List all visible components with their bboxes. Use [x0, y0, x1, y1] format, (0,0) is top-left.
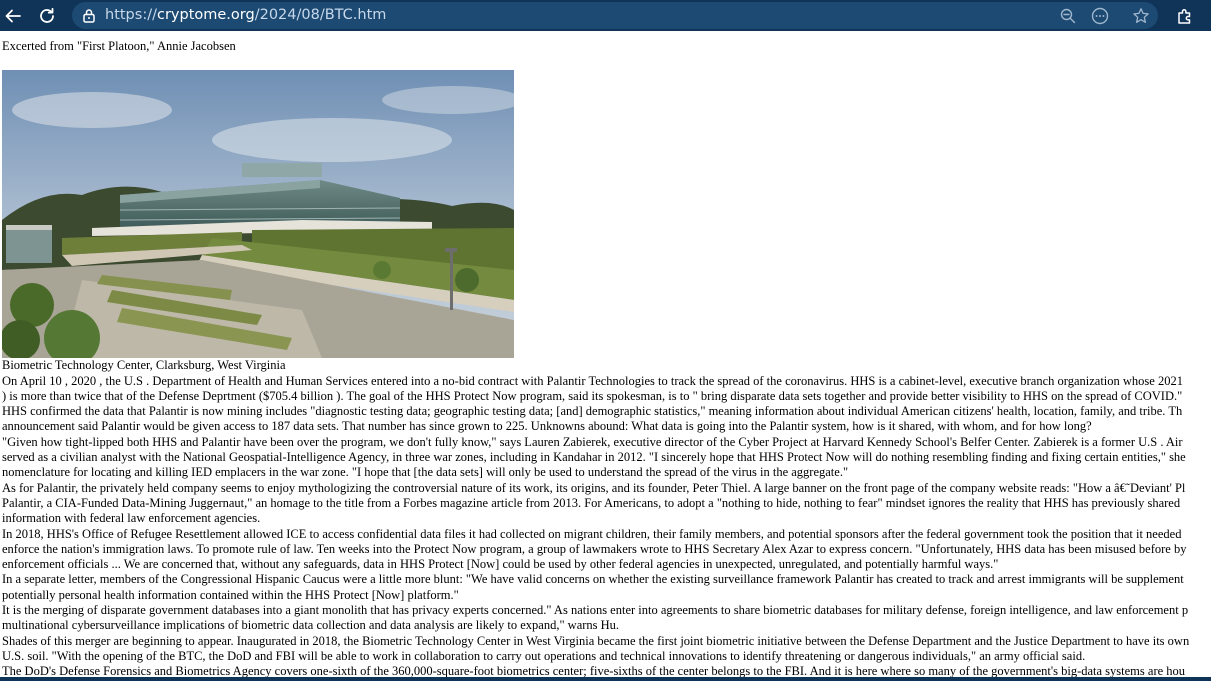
more-options-icon[interactable]: [1089, 5, 1111, 27]
article-line: potentially personal health information …: [2, 587, 459, 602]
article-line: announcement said Palantir would be give…: [2, 419, 1092, 434]
intro-text: Excerted from "First Platoon," Annie Jac…: [2, 39, 236, 53]
building-photo: [2, 70, 514, 359]
article-line: served as a civilian analyst with the Na…: [2, 450, 1186, 465]
url-path: /2024/08/BTC.htm: [254, 7, 387, 23]
article-line: U.S. soil. "With the opening of the BTC,…: [2, 648, 1086, 663]
url-text[interactable]: https://cryptome.org/2024/08/BTC.htm: [105, 2, 386, 29]
article-line: In 2018, HHS's Office of Refugee Resettl…: [2, 526, 1182, 541]
article-line: multinational cybersurveillance implicat…: [2, 618, 620, 633]
lock-icon[interactable]: [82, 8, 96, 27]
photo-caption: Biometric Technology Center, Clarksburg,…: [2, 358, 286, 373]
address-bar[interactable]: https://cryptome.org/2024/08/BTC.htm: [72, 2, 1158, 29]
article-line: "Given how tight-lipped both HHS and Pal…: [2, 434, 1183, 449]
article-line: Shades of this merger are beginning to a…: [2, 633, 1190, 648]
article-line: information with federal law enforcement…: [2, 511, 261, 526]
window-bottom-edge: [0, 677, 1211, 681]
article-line: ) is more than twice that of the Defense…: [2, 388, 1183, 403]
favorite-star-icon[interactable]: [1130, 5, 1152, 27]
back-arrow-icon[interactable]: [0, 3, 26, 29]
url-scheme: https://: [105, 7, 157, 23]
article-line: On April 10 , 2020 , the U.S . Departmen…: [2, 373, 1183, 388]
article-line: enforcement officials ... We are concern…: [2, 557, 999, 572]
url-host: cryptome.org: [156, 7, 255, 23]
article-line: nomenclature for locating and killing IE…: [2, 465, 849, 480]
article-line: In a separate letter, members of the Con…: [2, 572, 1184, 587]
page-content: Excerted from "First Platoon," Annie Jac…: [2, 31, 1211, 681]
reload-icon[interactable]: [34, 3, 60, 29]
browser-toolbar: https://cryptome.org/2024/08/BTC.htm: [0, 0, 1211, 31]
zoom-icon[interactable]: [1057, 5, 1079, 27]
article-line: HHS confirmed the data that Palantir is …: [2, 404, 1183, 419]
article-line: As for Palantir, the privately held comp…: [2, 480, 1186, 495]
article-line: Palantir, a CIA-Funded Data-Mining Jugge…: [2, 495, 1181, 510]
article-body: On April 10 , 2020 , the U.S . Departmen…: [2, 374, 1211, 680]
extensions-icon[interactable]: [1172, 3, 1198, 29]
article-line: enforce the nation's immigration laws. T…: [2, 541, 1187, 556]
article-line: It is the merging of disparate governmen…: [2, 603, 1189, 618]
